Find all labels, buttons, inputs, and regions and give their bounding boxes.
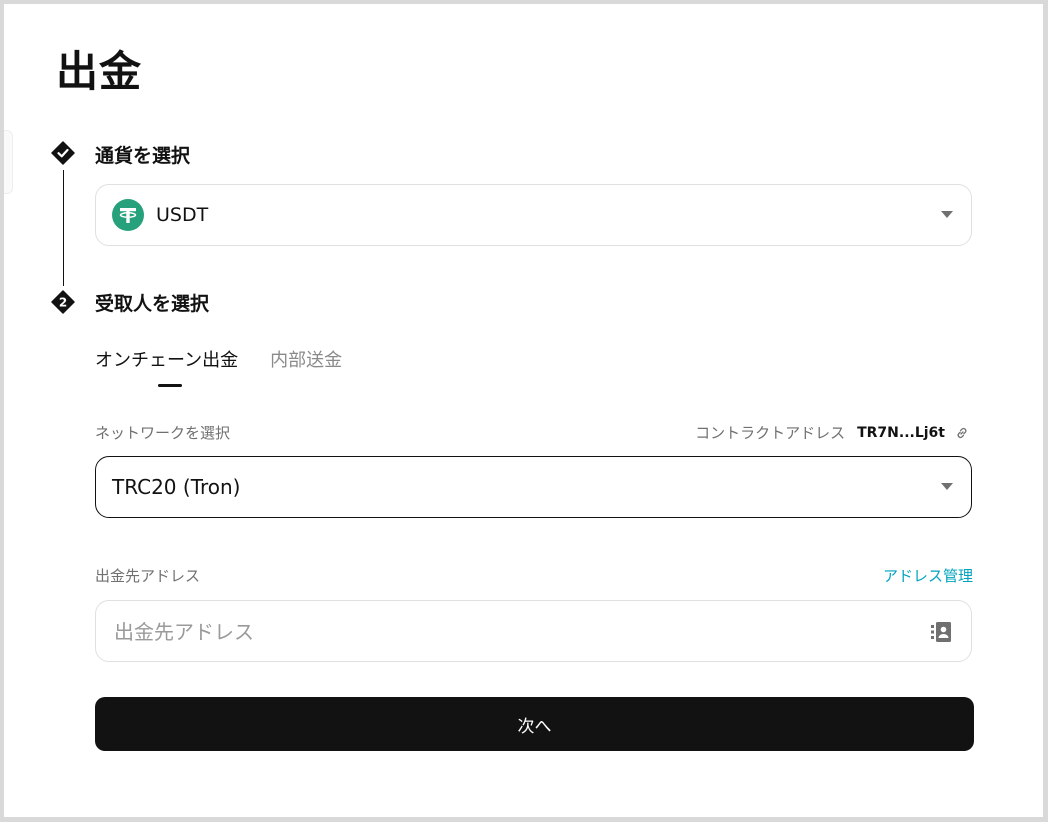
address-field	[95, 600, 972, 663]
contract-address-label: コントラクトアドレス	[695, 424, 846, 442]
withdraw-panel: 出金 通貨を選択 USDT 2 受取人を選択 オンチェーン出金 内部送金 ネット…	[4, 4, 1043, 817]
currency-select[interactable]: USDT	[95, 184, 972, 246]
chevron-down-icon	[941, 211, 953, 218]
step-1-label: 通貨を選択	[95, 145, 191, 167]
active-tab-indicator	[158, 384, 182, 387]
next-button[interactable]: 次へ	[95, 697, 974, 751]
check-icon	[51, 141, 75, 165]
address-label: 出金先アドレス	[95, 567, 201, 585]
contract-address: コントラクトアドレス TR7N...Lj6t	[695, 423, 969, 443]
network-select[interactable]: TRC20 (Tron)	[95, 456, 972, 518]
contract-address-value: TR7N...Lj6t	[857, 425, 945, 441]
tab-internal-transfer[interactable]: 内部送金	[270, 348, 342, 374]
page-title: 出金	[56, 47, 143, 96]
step-2-label: 受取人を選択	[95, 293, 210, 315]
address-input[interactable]	[112, 601, 896, 663]
tab-onchain-withdraw[interactable]: オンチェーン出金	[95, 348, 238, 374]
link-icon[interactable]	[955, 426, 969, 440]
side-tab-handle	[4, 130, 13, 194]
tether-icon	[112, 199, 144, 231]
step-connector	[63, 170, 64, 286]
network-label: ネットワークを選択	[95, 424, 231, 442]
currency-symbol: USDT	[156, 204, 209, 226]
network-selected: TRC20 (Tron)	[112, 475, 241, 499]
withdraw-method-tabs: オンチェーン出金 内部送金	[95, 348, 374, 374]
address-management-link[interactable]: アドレス管理	[883, 566, 973, 586]
step-2-number: 2	[59, 296, 67, 310]
chevron-down-icon	[941, 483, 953, 490]
address-book-icon[interactable]	[931, 622, 953, 642]
step-2-marker: 2	[51, 290, 75, 314]
